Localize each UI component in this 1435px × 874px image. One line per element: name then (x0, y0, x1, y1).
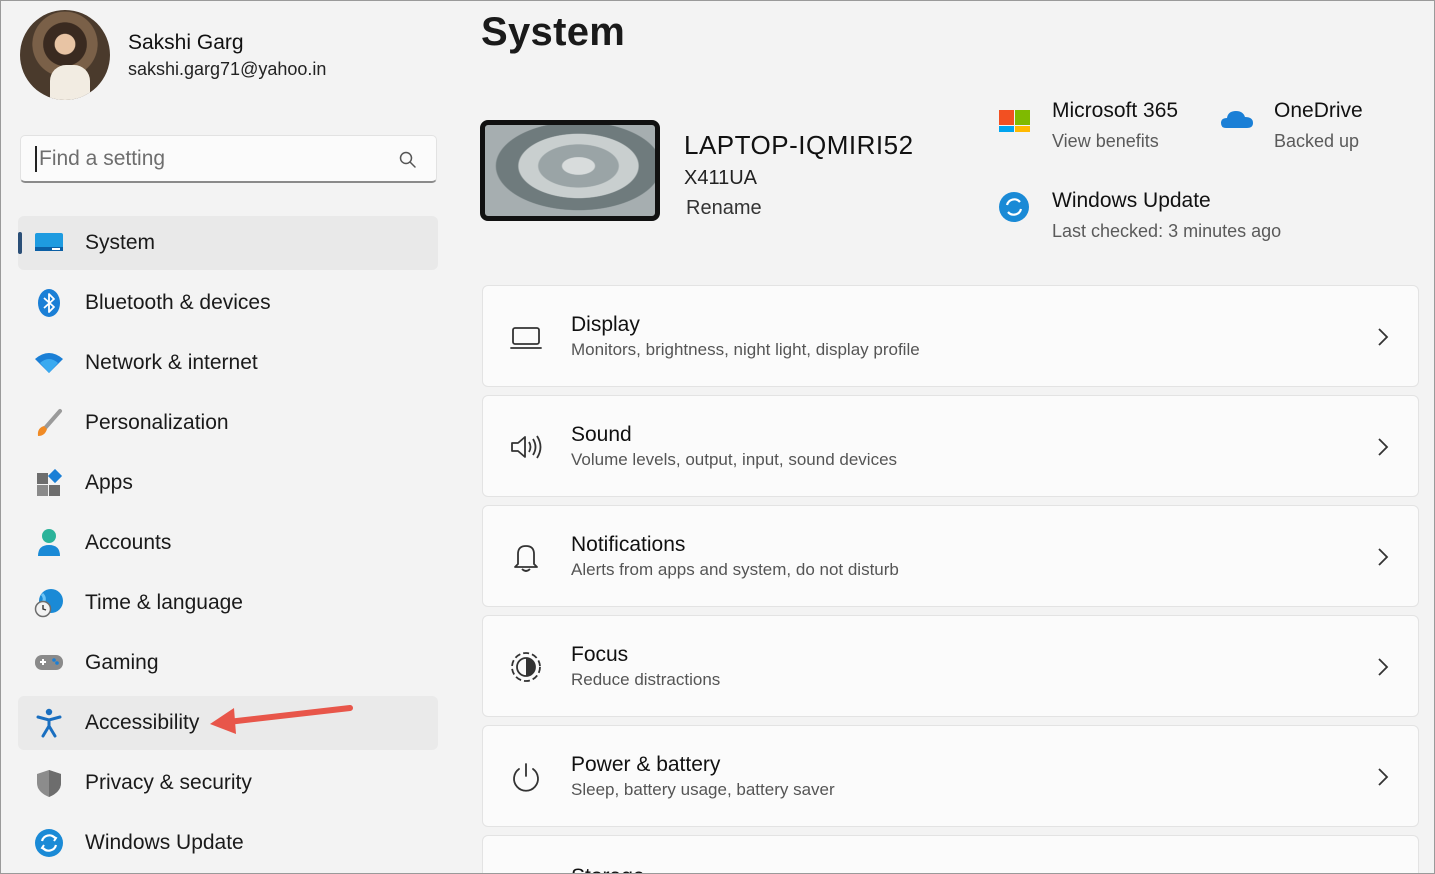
card-subtitle: Sleep, battery usage, battery saver (571, 780, 835, 799)
globe-clock-icon (34, 588, 64, 618)
sidebar-item-label: Apps (85, 471, 133, 494)
sound-card[interactable]: Sound Volume levels, output, input, soun… (482, 395, 1419, 497)
power-battery-card[interactable]: Power & battery Sleep, battery usage, ba… (482, 725, 1419, 827)
sidebar-item-windows-update[interactable]: Windows Update (18, 816, 438, 870)
gamepad-icon (34, 648, 64, 678)
sidebar-item-privacy[interactable]: Privacy & security (18, 756, 438, 810)
monitor-icon (34, 228, 64, 258)
page-title: System (481, 10, 626, 54)
focus-icon (511, 652, 541, 682)
annotation-arrow (210, 705, 353, 734)
display-card[interactable]: Display Monitors, brightness, night ligh… (482, 285, 1419, 387)
cloud-icon (1221, 111, 1253, 128)
update-sub: Last checked: 3 minutes ago (1052, 221, 1282, 241)
card-subtitle: Volume levels, output, input, sound devi… (571, 450, 898, 469)
card-title: Notifications (571, 533, 686, 556)
user-profile[interactable]: Sakshi Garg sakshi.garg71@yahoo.in (20, 10, 326, 100)
m365-sub: View benefits (1052, 131, 1159, 151)
sidebar-item-label: Privacy & security (85, 771, 252, 794)
sidebar-item-label: Network & internet (85, 351, 258, 374)
card-title: Power & battery (571, 753, 721, 776)
laptop-icon (510, 327, 542, 349)
card-subtitle: Alerts from apps and system, do not dist… (571, 560, 899, 579)
sidebar-item-label: Windows Update (85, 831, 244, 854)
sidebar-item-apps[interactable]: Apps (18, 456, 438, 510)
chevron-right-icon (1378, 328, 1389, 346)
sidebar-item-label: Time & language (85, 591, 243, 614)
update-title: Windows Update (1052, 189, 1211, 212)
sidebar-item-label: Bluetooth & devices (85, 291, 271, 314)
sidebar-item-accounts[interactable]: Accounts (18, 516, 438, 570)
device-model: X411UA (684, 167, 758, 189)
onedrive-tile[interactable]: OneDrive Backed up (1220, 98, 1363, 158)
focus-card[interactable]: Focus Reduce distractions (482, 615, 1419, 717)
refresh-icon (34, 828, 64, 858)
sidebar-item-personalization[interactable]: Personalization (18, 396, 438, 450)
settings-list: Display Monitors, brightness, night ligh… (482, 285, 1419, 874)
sidebar-item-network[interactable]: Network & internet (18, 336, 438, 390)
sidebar-item-label: Accessibility (85, 711, 200, 734)
card-title: Sound (571, 423, 632, 446)
search-box[interactable] (20, 135, 437, 183)
refresh-icon (999, 192, 1029, 222)
card-title: Focus (571, 643, 629, 666)
sidebar-item-label: System (85, 231, 156, 254)
sidebar-item-bluetooth[interactable]: Bluetooth & devices (18, 276, 438, 330)
paintbrush-icon (34, 408, 64, 438)
chevron-right-icon (1378, 768, 1389, 786)
nav-list: System Bluetooth & devices Network & int… (18, 216, 438, 874)
chevron-right-icon (1378, 438, 1389, 456)
card-title: Storage (571, 864, 645, 874)
wifi-icon (34, 348, 64, 378)
sidebar-item-label: Personalization (85, 411, 229, 434)
bluetooth-icon (34, 288, 64, 318)
speaker-icon (511, 435, 542, 459)
accessibility-icon (34, 708, 64, 738)
microsoft-logo-icon (999, 110, 1030, 132)
notifications-card[interactable]: Notifications Alerts from apps and syste… (482, 505, 1419, 607)
rename-link[interactable]: Rename (686, 197, 762, 220)
onedrive-title: OneDrive (1274, 99, 1363, 122)
card-subtitle: Reduce distractions (571, 670, 721, 689)
power-icon (513, 763, 539, 792)
device-name: LAPTOP-IQMIRI52 (684, 130, 914, 160)
sidebar-item-label: Gaming (85, 651, 159, 674)
search-icon[interactable] (398, 150, 418, 170)
shield-icon (34, 768, 64, 798)
sidebar: Sakshi Garg sakshi.garg71@yahoo.in Syste… (0, 0, 460, 874)
person-icon (34, 528, 64, 558)
chevron-right-icon (1378, 548, 1389, 566)
profile-text: Sakshi Garg sakshi.garg71@yahoo.in (128, 29, 326, 81)
bell-icon (514, 545, 538, 572)
card-title: Display (571, 313, 640, 336)
sidebar-item-time-language[interactable]: Time & language (18, 576, 438, 630)
storage-card[interactable]: Storage (482, 835, 1419, 874)
profile-email: sakshi.garg71@yahoo.in (128, 59, 327, 79)
sidebar-item-label: Accounts (85, 531, 172, 554)
avatar[interactable] (20, 10, 110, 100)
onedrive-sub: Backed up (1274, 131, 1360, 151)
chevron-right-icon (1378, 658, 1389, 676)
apps-icon (34, 468, 64, 498)
sidebar-item-gaming[interactable]: Gaming (18, 636, 438, 690)
card-subtitle: Monitors, brightness, night light, displ… (571, 340, 920, 359)
windows-update-tile[interactable]: Windows Update Last checked: 3 minutes a… (998, 188, 1281, 248)
profile-name: Sakshi Garg (128, 31, 244, 54)
sidebar-item-system[interactable]: System (18, 216, 438, 270)
microsoft-365-tile[interactable]: Microsoft 365 View benefits (998, 98, 1178, 158)
device-thumbnail (480, 120, 660, 221)
search-input[interactable] (35, 145, 385, 172)
m365-title: Microsoft 365 (1052, 99, 1179, 122)
